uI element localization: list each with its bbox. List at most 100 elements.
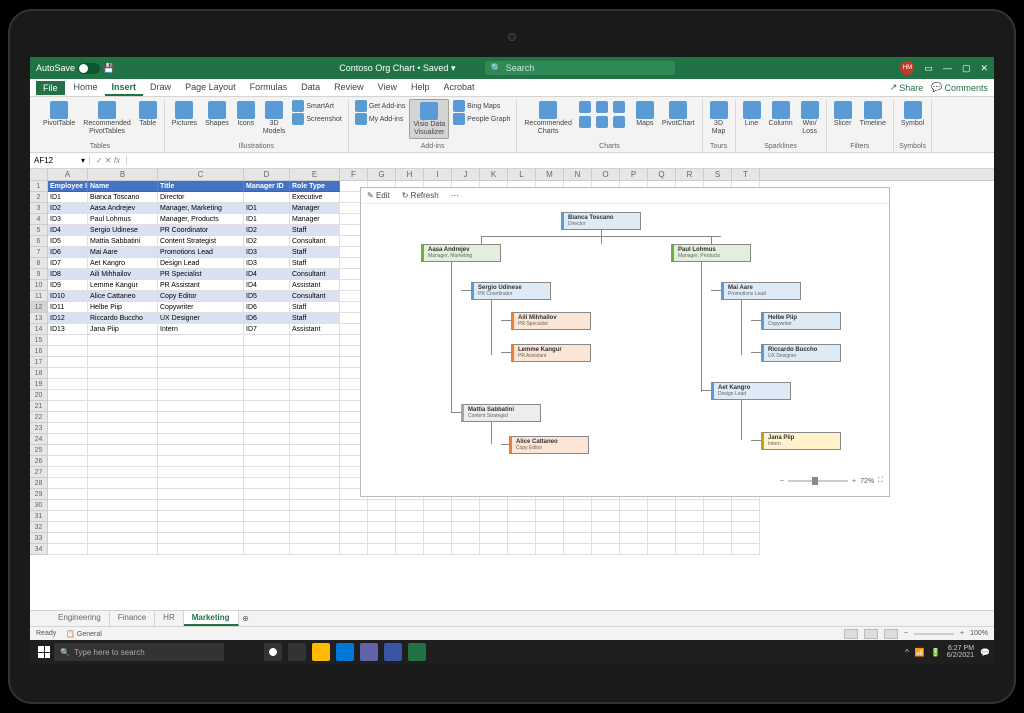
cell-P30[interactable] (620, 500, 648, 511)
cell-E32[interactable] (290, 522, 340, 533)
share-button[interactable]: ↗ Share (890, 82, 924, 93)
cell-Q32[interactable] (648, 522, 676, 533)
row-header-20[interactable]: 20 (30, 390, 48, 401)
cell-A6[interactable]: ID5 (48, 236, 88, 247)
cell-J30[interactable] (452, 500, 480, 511)
cell-D2[interactable] (244, 192, 290, 203)
cell-A1[interactable]: Employee ID (48, 181, 88, 192)
ribbon-win-loss[interactable]: Win/Loss (798, 99, 822, 137)
file-tab[interactable]: File (36, 81, 65, 95)
cell-A5[interactable]: ID4 (48, 225, 88, 236)
ribbon-recommended-pivottables[interactable]: RecommendedPivotTables (80, 99, 133, 137)
cell-E3[interactable]: Manager (290, 203, 340, 214)
cell-E18[interactable] (290, 368, 340, 379)
cell-P34[interactable] (620, 544, 648, 555)
cell-E33[interactable] (290, 533, 340, 544)
cell-E12[interactable]: Staff (290, 302, 340, 313)
cell-B17[interactable] (88, 357, 158, 368)
cell-E27[interactable] (290, 467, 340, 478)
cell-H30[interactable] (396, 500, 424, 511)
sheet-tab-engineering[interactable]: Engineering (50, 611, 110, 626)
select-all-corner[interactable] (30, 169, 48, 180)
ribbon-options-icon[interactable]: ▭ (924, 63, 933, 74)
visio-refresh-button[interactable]: ↻ Refresh (402, 191, 439, 200)
cell-D26[interactable] (244, 456, 290, 467)
chart-type-1[interactable] (596, 101, 608, 113)
visio-icon[interactable] (384, 643, 402, 661)
visio-chart-object[interactable]: ✎ Edit ↻ Refresh ⋯ Bianca ToscanoDirecto… (360, 187, 890, 497)
cell-T33[interactable] (732, 533, 760, 544)
cell-A12[interactable]: ID11 (48, 302, 88, 313)
cell-E17[interactable] (290, 357, 340, 368)
fit-page-icon[interactable]: ⛶ (878, 477, 883, 485)
cell-A27[interactable] (48, 467, 88, 478)
col-header-T[interactable]: T (732, 169, 760, 180)
row-header-14[interactable]: 14 (30, 324, 48, 335)
cell-N32[interactable] (564, 522, 592, 533)
cell-G31[interactable] (368, 511, 396, 522)
cell-R33[interactable] (676, 533, 704, 544)
cell-A20[interactable] (48, 390, 88, 401)
cell-O32[interactable] (592, 522, 620, 533)
chart-type-4[interactable] (596, 116, 608, 128)
teams-icon[interactable] (360, 643, 378, 661)
cell-D7[interactable]: ID3 (244, 247, 290, 258)
col-header-P[interactable]: P (620, 169, 648, 180)
cell-Q31[interactable] (648, 511, 676, 522)
cell-H34[interactable] (396, 544, 424, 555)
row-header-2[interactable]: 2 (30, 192, 48, 203)
cell-C27[interactable] (158, 467, 244, 478)
ribbon-3d-models[interactable]: 3DModels (260, 99, 289, 137)
col-header-O[interactable]: O (592, 169, 620, 180)
row-header-18[interactable]: 18 (30, 368, 48, 379)
row-header-6[interactable]: 6 (30, 236, 48, 247)
menu-tab-acrobat[interactable]: Acrobat (437, 80, 482, 96)
cell-B19[interactable] (88, 379, 158, 390)
cell-E4[interactable]: Manager (290, 214, 340, 225)
row-header-34[interactable]: 34 (30, 544, 48, 555)
cell-B18[interactable] (88, 368, 158, 379)
cell-H33[interactable] (396, 533, 424, 544)
cell-A7[interactable]: ID6 (48, 247, 88, 258)
row-header-13[interactable]: 13 (30, 313, 48, 324)
cell-K31[interactable] (480, 511, 508, 522)
row-header-31[interactable]: 31 (30, 511, 48, 522)
cell-L31[interactable] (508, 511, 536, 522)
cell-A11[interactable]: ID10 (48, 291, 88, 302)
cell-G30[interactable] (368, 500, 396, 511)
maximize-button[interactable]: ▢ (962, 63, 971, 74)
minimize-button[interactable]: — (943, 63, 952, 73)
menu-tab-formulas[interactable]: Formulas (243, 80, 295, 96)
cell-B16[interactable] (88, 346, 158, 357)
cell-I30[interactable] (424, 500, 452, 511)
cell-D4[interactable]: ID1 (244, 214, 290, 225)
cell-O34[interactable] (592, 544, 620, 555)
row-header-3[interactable]: 3 (30, 203, 48, 214)
cell-A24[interactable] (48, 434, 88, 445)
cell-E34[interactable] (290, 544, 340, 555)
cell-J34[interactable] (452, 544, 480, 555)
excel-icon[interactable] (408, 643, 426, 661)
cell-D12[interactable]: ID6 (244, 302, 290, 313)
name-box[interactable]: AF12▾ (30, 156, 90, 165)
task-view-icon[interactable] (288, 643, 306, 661)
cell-J31[interactable] (452, 511, 480, 522)
cell-E11[interactable]: Consultant (290, 291, 340, 302)
cell-A25[interactable] (48, 445, 88, 456)
cell-D14[interactable]: ID7 (244, 324, 290, 335)
cell-D20[interactable] (244, 390, 290, 401)
visio-more-button[interactable]: ⋯ (451, 191, 459, 200)
cell-C19[interactable] (158, 379, 244, 390)
cell-E10[interactable]: Assistant (290, 280, 340, 291)
cell-D13[interactable]: ID6 (244, 313, 290, 324)
cell-F30[interactable] (340, 500, 368, 511)
cell-E21[interactable] (290, 401, 340, 412)
cell-D8[interactable]: ID3 (244, 258, 290, 269)
cell-B24[interactable] (88, 434, 158, 445)
ribbon-maps[interactable]: Maps (633, 99, 657, 130)
cell-D6[interactable]: ID2 (244, 236, 290, 247)
cell-A10[interactable]: ID9 (48, 280, 88, 291)
save-icon[interactable]: 💾 (103, 63, 114, 74)
clock[interactable]: 6:27 PM6/2/2021 (947, 645, 974, 659)
cell-C28[interactable] (158, 478, 244, 489)
